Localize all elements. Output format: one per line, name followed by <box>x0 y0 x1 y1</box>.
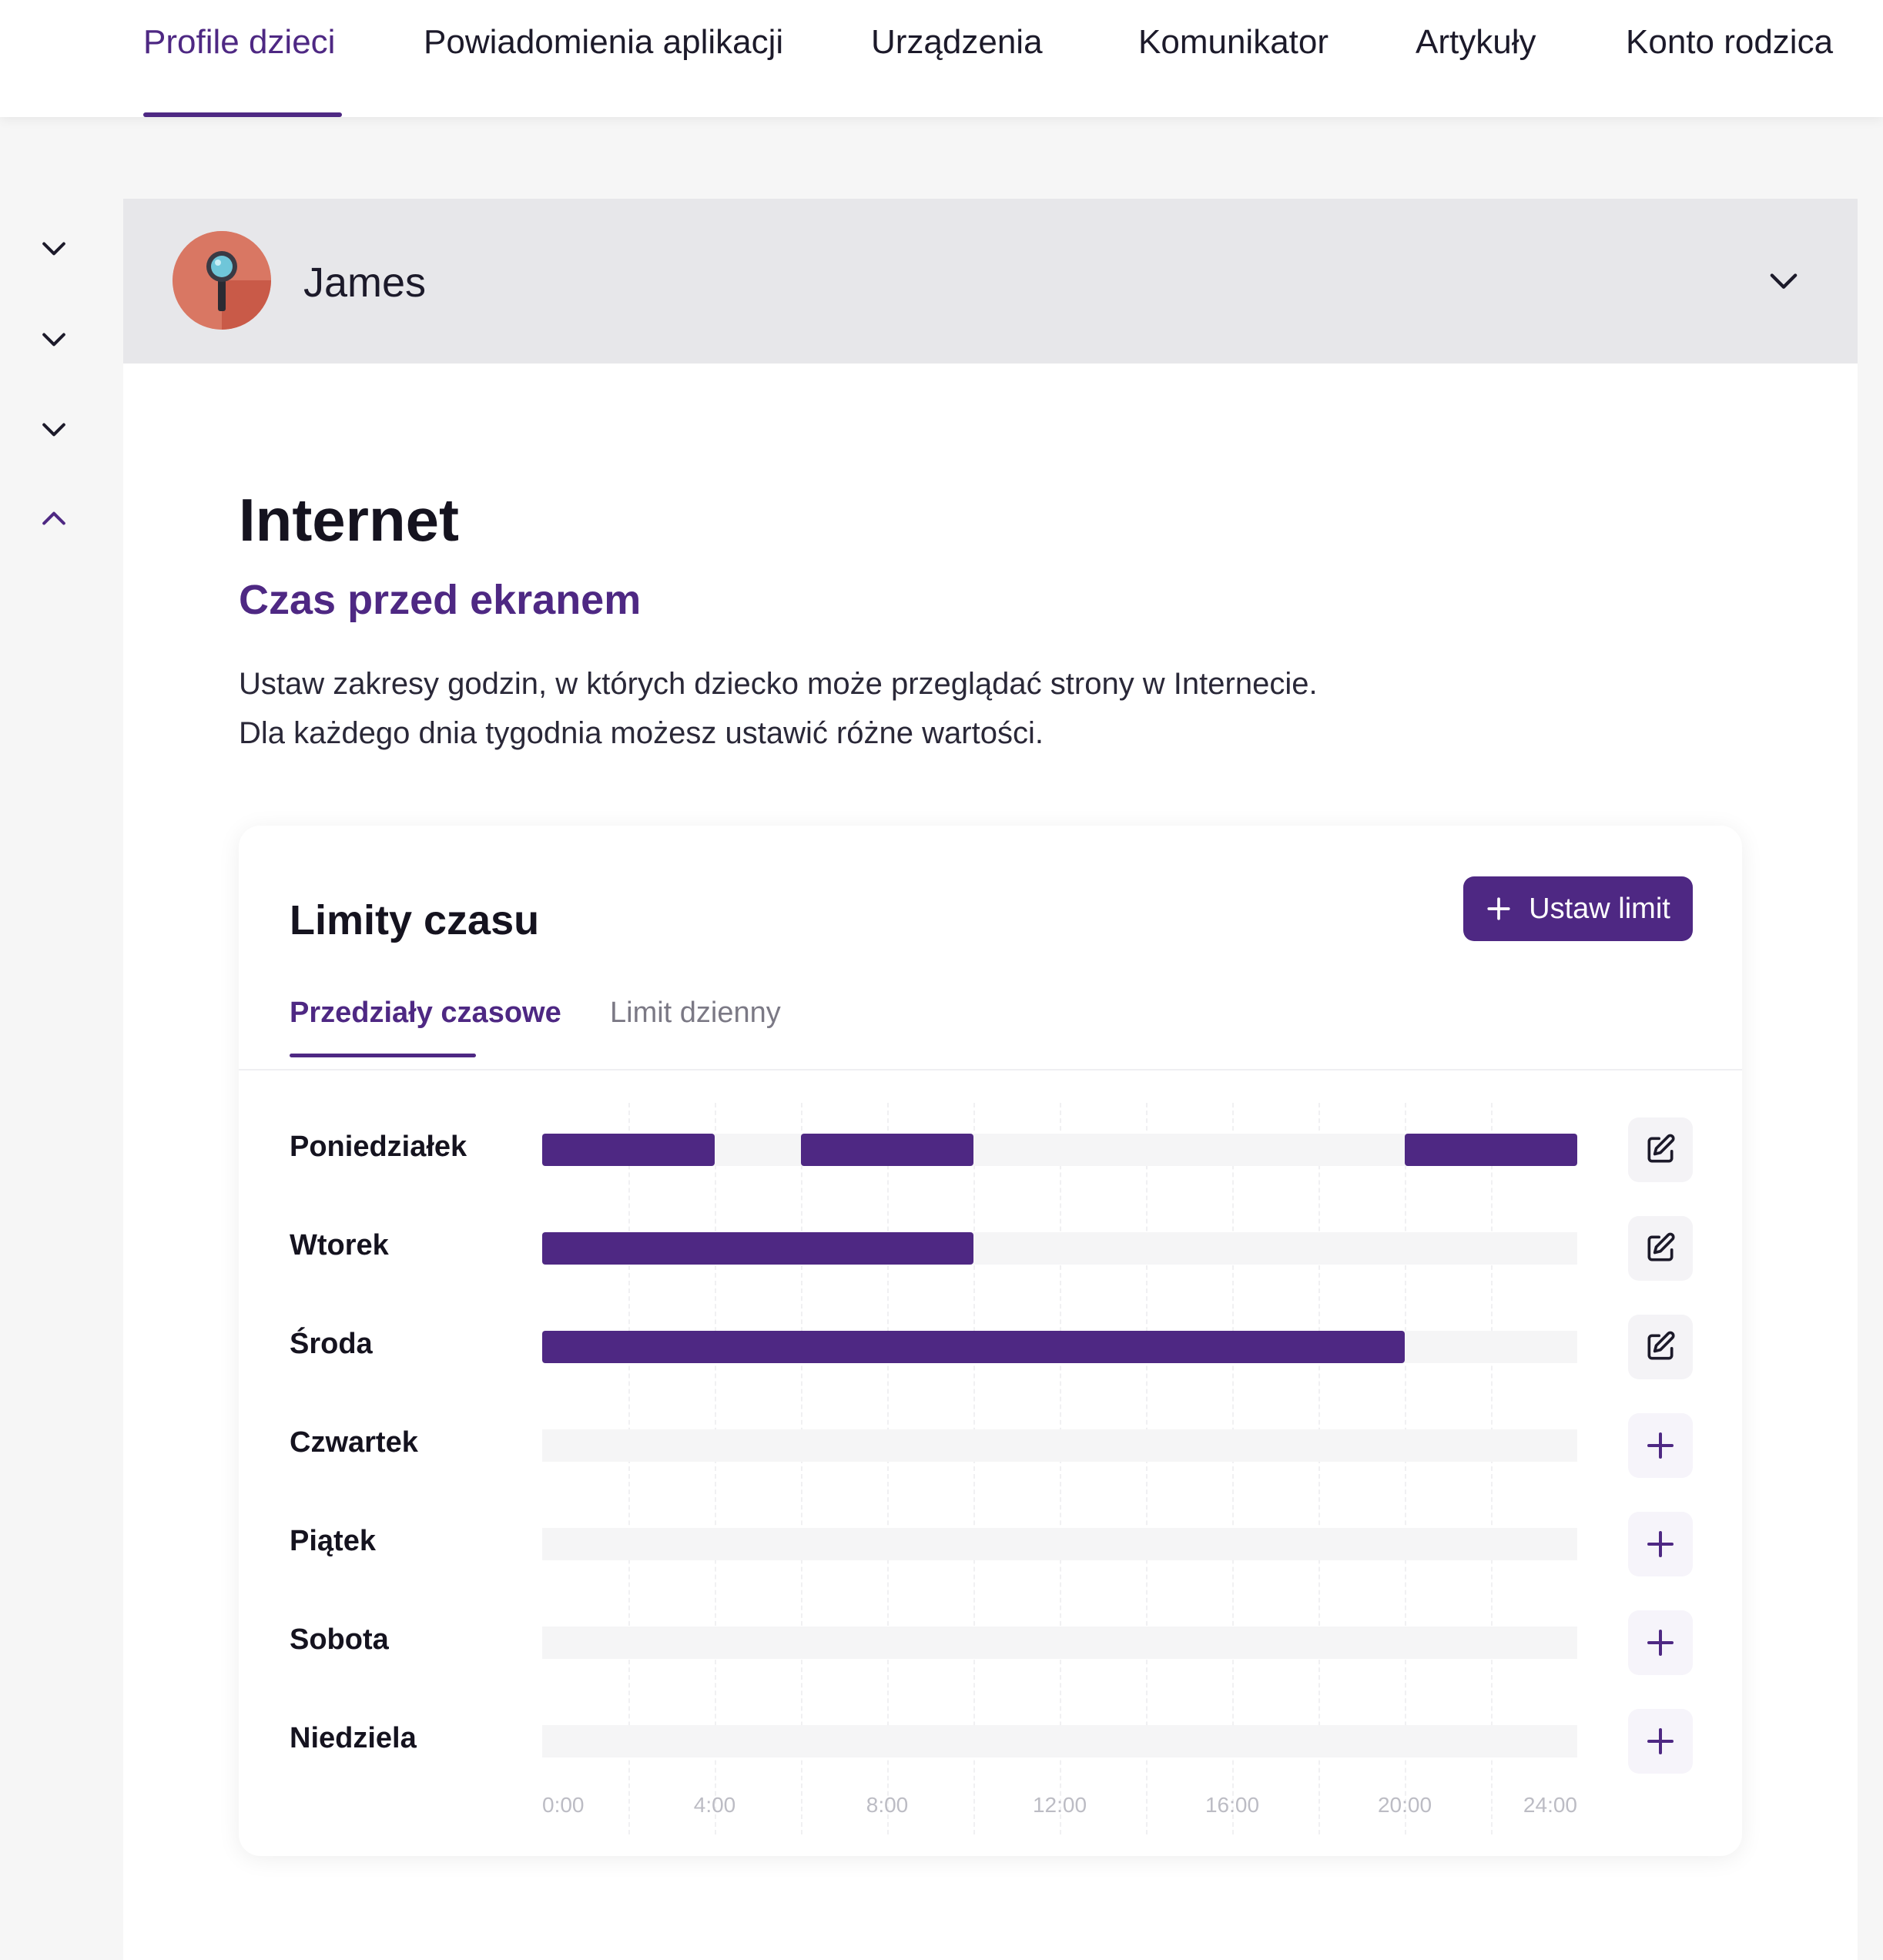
set-limit-button[interactable]: Ustaw limit <box>1463 876 1693 941</box>
axis-tick-label: 8:00 <box>866 1793 909 1817</box>
tabs-divider <box>239 1069 1742 1070</box>
edit-day-button[interactable] <box>1628 1216 1693 1281</box>
chevron-down-icon <box>1770 273 1798 289</box>
chevron-up-icon <box>42 511 65 525</box>
day-label: Niedziela <box>290 1722 417 1754</box>
day-label: Czwartek <box>290 1426 418 1459</box>
add-interval-button[interactable] <box>1628 1413 1693 1478</box>
day-label: Środa <box>290 1328 373 1360</box>
sidebar-toggle-4[interactable] <box>37 502 71 536</box>
day-label: Sobota <box>290 1623 389 1656</box>
day-track <box>542 1627 1577 1659</box>
axis-tick-label: 24:00 <box>1523 1793 1577 1817</box>
axis-tick-label: 4:00 <box>693 1793 736 1817</box>
section-subtitle: Czas przed ekranem <box>239 577 642 623</box>
day-track <box>542 1725 1577 1757</box>
day-label: Poniedziałek <box>290 1131 467 1163</box>
set-limit-label: Ustaw limit <box>1529 892 1670 925</box>
active-tab-underline <box>290 1054 476 1057</box>
edit-day-button[interactable] <box>1628 1315 1693 1379</box>
plus-icon <box>1647 1630 1674 1656</box>
add-interval-button[interactable] <box>1628 1610 1693 1675</box>
day-label: Piątek <box>290 1525 376 1557</box>
avatar <box>173 231 271 330</box>
chevron-down-icon <box>42 333 65 347</box>
section-title: Internet <box>239 486 460 554</box>
nav-tab-powiadomienia[interactable]: Powiadomienia aplikacji <box>424 23 783 62</box>
sidebar-toggle-3[interactable] <box>37 412 71 446</box>
axis-tick-label: 12:00 <box>1032 1793 1087 1817</box>
time-interval-bar[interactable] <box>542 1134 715 1166</box>
plus-icon <box>1647 1432 1674 1459</box>
day-track <box>542 1528 1577 1560</box>
day-track <box>542 1232 1577 1265</box>
description-line-2: Dla każdego dnia tygodnia możesz ustawić… <box>239 716 1044 750</box>
magnifier-icon <box>173 231 271 330</box>
time-interval-bar[interactable] <box>801 1134 973 1166</box>
edit-icon <box>1647 1134 1675 1163</box>
nav-tab-artykuly[interactable]: Artykuły <box>1416 23 1536 62</box>
day-label: Wtorek <box>290 1229 389 1261</box>
plus-icon <box>1647 1531 1674 1557</box>
edit-day-button[interactable] <box>1628 1117 1693 1182</box>
nav-tab-konto-rodzica[interactable]: Konto rodzica <box>1626 23 1833 62</box>
plus-icon <box>1647 1728 1674 1754</box>
time-limits-card: Limity czasu Ustaw limit Przedziały czas… <box>239 826 1742 1856</box>
nav-tab-urzadzenia[interactable]: Urządzenia <box>871 23 1043 62</box>
edit-icon <box>1647 1331 1675 1360</box>
tab-limit-dzienny[interactable]: Limit dzienny <box>610 997 781 1030</box>
description-line-1: Ustaw zakresy godzin, w których dziecko … <box>239 667 1318 701</box>
nav-tab-profile-dzieci[interactable]: Profile dzieci <box>143 23 335 62</box>
axis-tick-label: 0:00 <box>542 1793 585 1817</box>
profile-dropdown-toggle[interactable] <box>1764 260 1804 300</box>
tab-przedzialy-czasowe[interactable]: Przedziały czasowe <box>290 997 561 1030</box>
card-title: Limity czasu <box>290 897 540 943</box>
child-profile-selector[interactable]: James <box>123 199 1858 364</box>
add-interval-button[interactable] <box>1628 1512 1693 1576</box>
sidebar-toggle-2[interactable] <box>37 322 71 356</box>
profile-name: James <box>303 260 427 306</box>
chevron-down-icon <box>42 242 65 256</box>
main-panel: James Internet Czas przed ekranem Ustaw … <box>123 199 1858 1960</box>
add-interval-button[interactable] <box>1628 1709 1693 1774</box>
sidebar-toggle-1[interactable] <box>37 231 71 265</box>
day-track <box>542 1331 1577 1363</box>
chevron-down-icon <box>42 423 65 437</box>
nav-tab-komunikator[interactable]: Komunikator <box>1138 23 1328 62</box>
edit-icon <box>1647 1232 1675 1261</box>
axis-tick-label: 16:00 <box>1205 1793 1260 1817</box>
axis-tick-label: 20:00 <box>1377 1793 1432 1817</box>
top-navigation: Profile dzieci Powiadomienia aplikacji U… <box>0 0 1883 117</box>
time-interval-bar[interactable] <box>1405 1134 1577 1166</box>
time-interval-bar[interactable] <box>542 1232 973 1265</box>
time-interval-bar[interactable] <box>542 1331 1405 1363</box>
day-track <box>542 1134 1577 1166</box>
day-track <box>542 1429 1577 1462</box>
plus-icon <box>1487 897 1510 920</box>
active-tab-indicator <box>143 112 342 117</box>
